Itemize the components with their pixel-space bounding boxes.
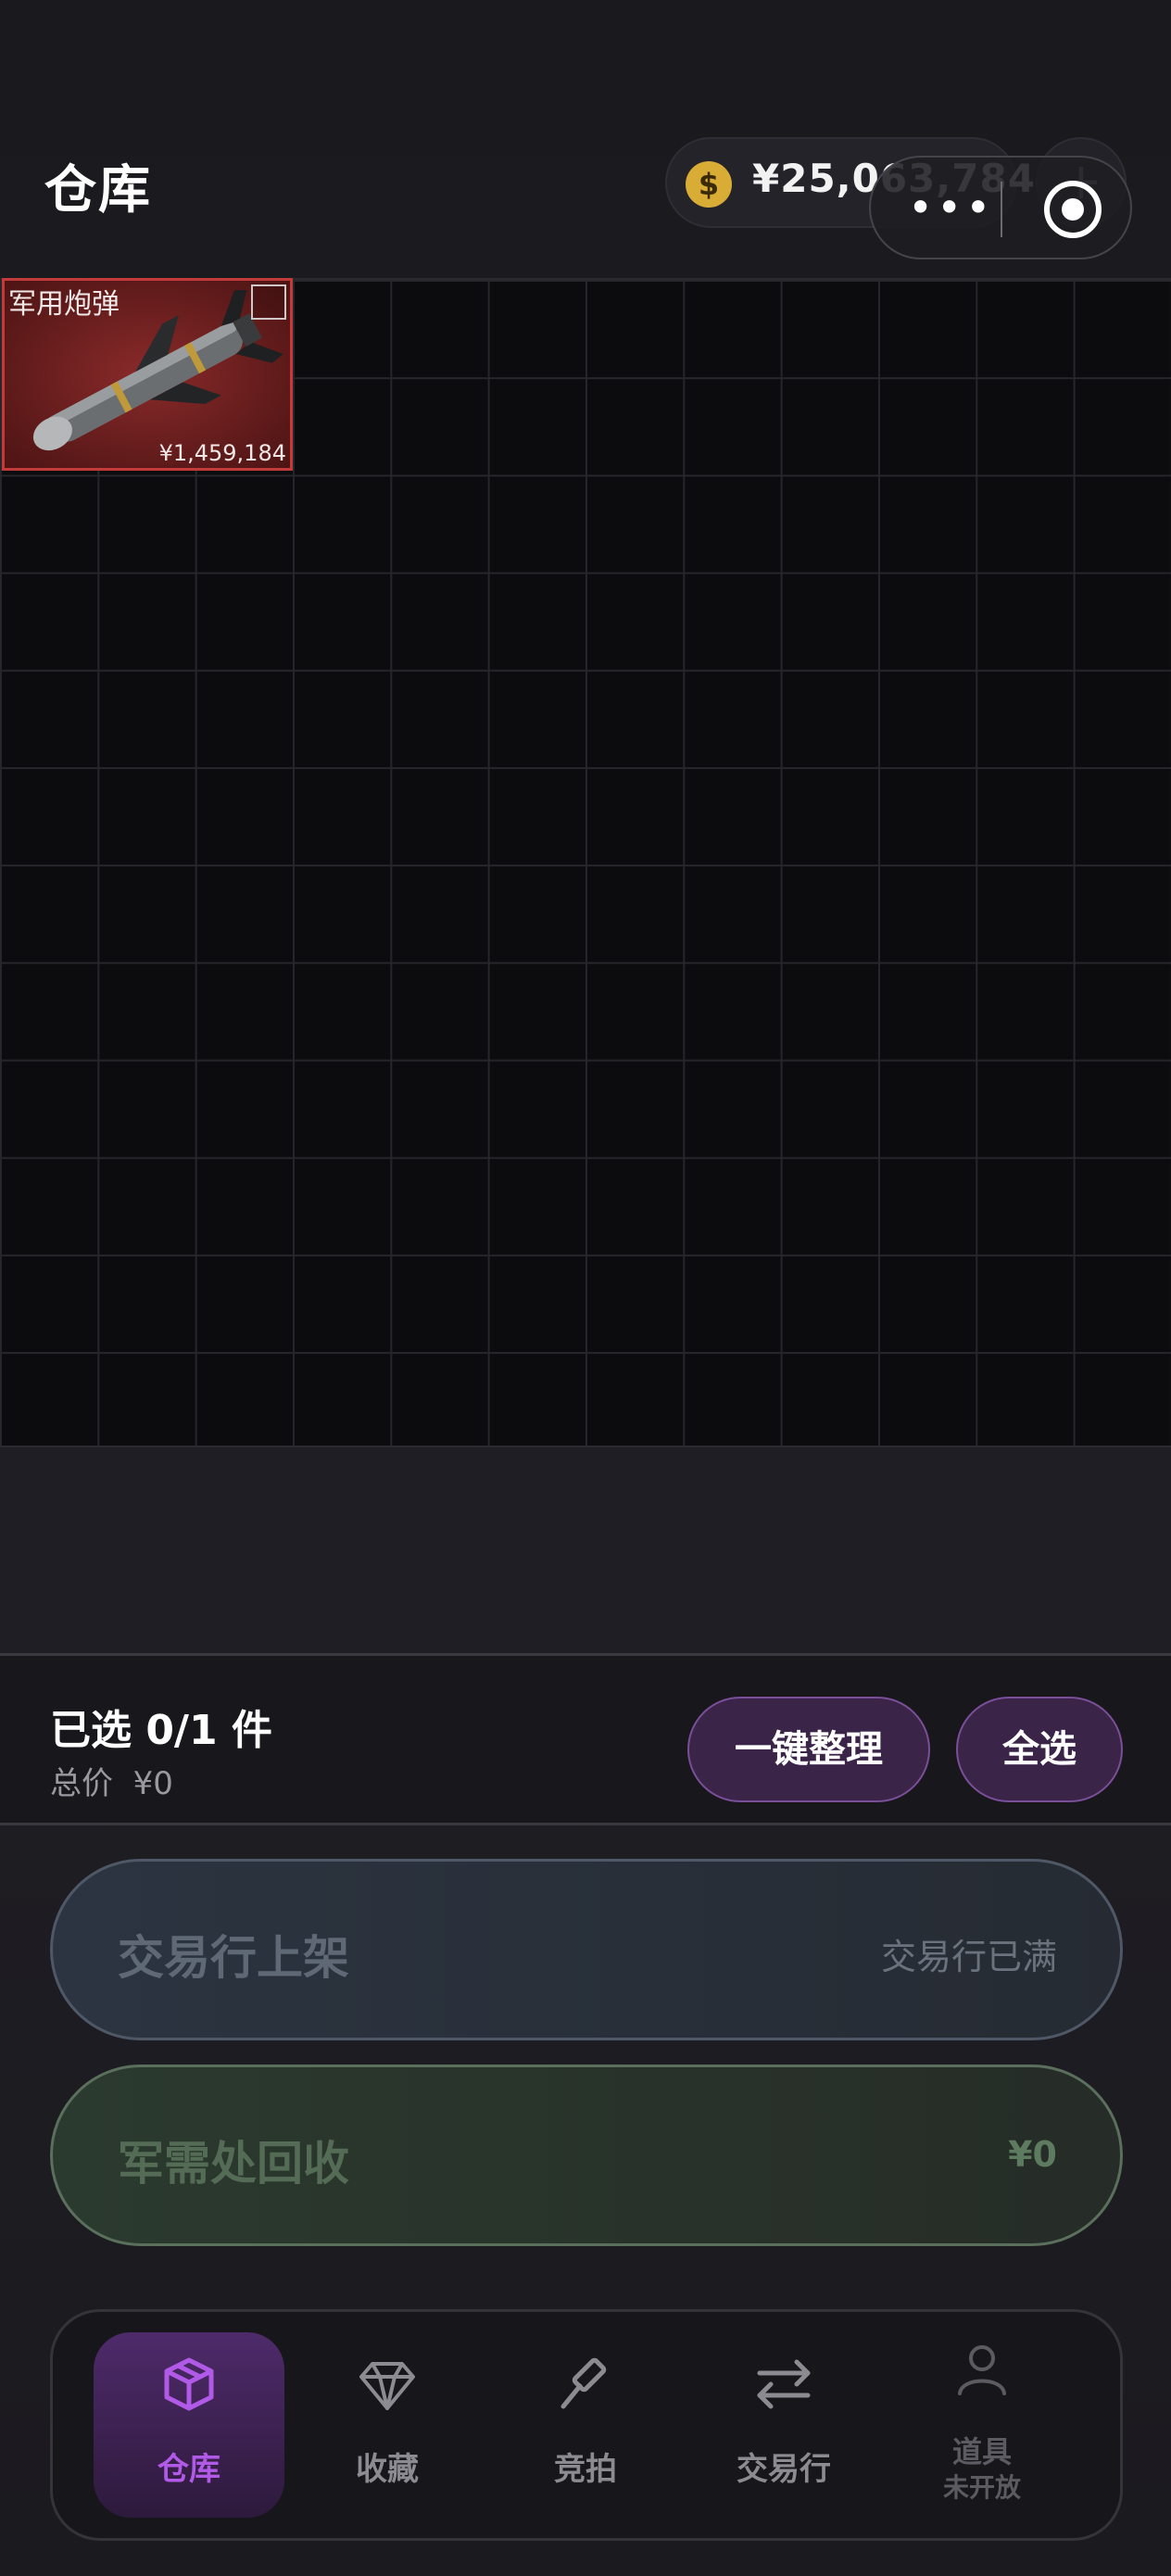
- user-icon: [958, 2345, 1006, 2395]
- nav-label-items: 道具: [951, 2434, 1012, 2469]
- nav-item-items: 道具 未开放: [887, 2332, 1077, 2518]
- item-name: 军用炮弹: [8, 288, 120, 321]
- nav-item-warehouse[interactable]: 仓库: [94, 2332, 284, 2518]
- recycle-label: 军需处回收: [118, 2137, 349, 2191]
- more-icon[interactable]: •••: [908, 186, 994, 229]
- selection-bar: 已选 0/1 件 总价 ¥0 一键整理 全选: [0, 1653, 1171, 1825]
- bottom-nav: 仓库 收藏 竞拍 交易行 道具 未开放: [50, 2309, 1123, 2541]
- warehouse-page: 仓库 $ ¥25,063,784 + •••: [0, 0, 1171, 2576]
- select-all-button[interactable]: 全选: [956, 1697, 1123, 1802]
- nav-item-auction[interactable]: 竞拍: [490, 2332, 681, 2518]
- total-price-label: 总价: [50, 1765, 113, 1802]
- swap-icon: [757, 2359, 811, 2409]
- gavel-icon: [560, 2357, 607, 2409]
- nav-item-favorites[interactable]: 收藏: [292, 2332, 483, 2518]
- item-price: ¥1,459,184: [158, 440, 286, 466]
- nav-label-warehouse: 仓库: [157, 2451, 220, 2488]
- nav-label-market: 交易行: [737, 2451, 831, 2488]
- auto-sort-button[interactable]: 一键整理: [687, 1697, 930, 1802]
- recycle-value: ¥0: [1008, 2134, 1057, 2175]
- list-on-market-button[interactable]: 交易行上架 交易行已满: [50, 1859, 1123, 2040]
- total-price-value: ¥0: [132, 1765, 173, 1802]
- mini-program-capsule: •••: [869, 156, 1132, 259]
- nav-label-auction: 竞拍: [554, 2451, 617, 2488]
- coin-icon: $: [686, 161, 732, 208]
- cube-icon: [164, 2357, 214, 2411]
- nav-sublabel-unavailable: 未开放: [942, 2472, 1021, 2503]
- diamond-icon: [359, 2362, 415, 2410]
- total-price: 总价 ¥0: [50, 1758, 173, 1803]
- header: 仓库 $ ¥25,063,784 + •••: [0, 0, 1171, 278]
- recycle-button[interactable]: 军需处回收 ¥0: [50, 2065, 1123, 2246]
- selected-count: 已选 0/1 件: [50, 1707, 272, 1754]
- market-full-status: 交易行已满: [880, 1937, 1057, 1977]
- page-title: 仓库: [44, 160, 152, 221]
- close-target-icon[interactable]: [1041, 178, 1104, 241]
- nav-label-favorites: 收藏: [356, 2451, 419, 2488]
- inventory-item[interactable]: 军用炮弹 ¥1,459,184: [2, 278, 293, 471]
- capsule-divider: [1001, 182, 1002, 237]
- list-on-market-label: 交易行上架: [118, 1931, 349, 1985]
- nav-item-market[interactable]: 交易行: [688, 2332, 879, 2518]
- item-select-checkbox[interactable]: [251, 284, 286, 320]
